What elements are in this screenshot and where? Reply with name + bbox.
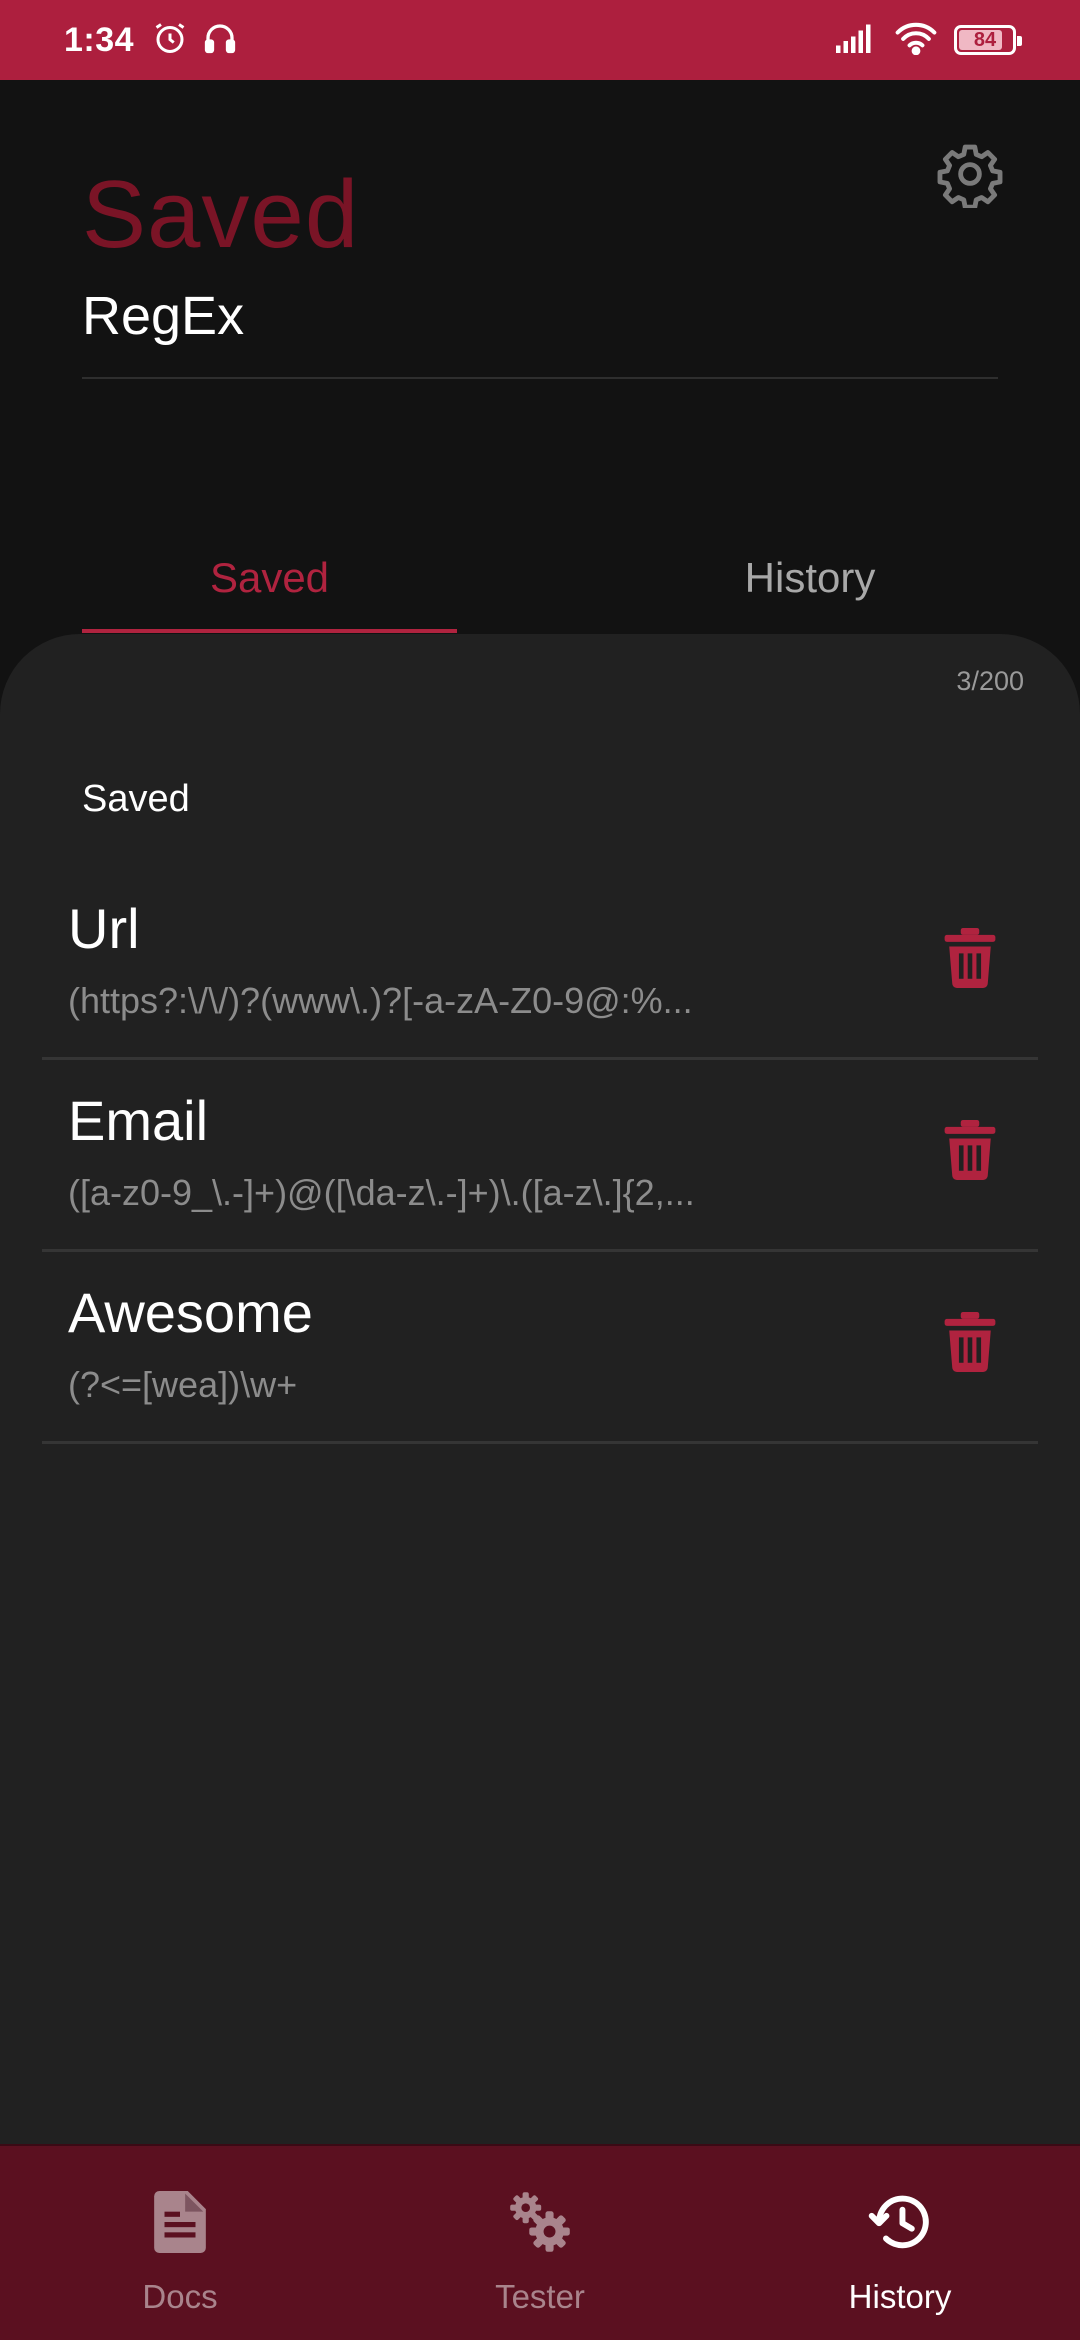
trash-icon bbox=[942, 1311, 998, 1377]
nav-label-tester: Tester bbox=[495, 2278, 585, 2315]
history-icon bbox=[864, 2186, 936, 2258]
tab-indicator bbox=[82, 629, 457, 633]
list-item[interactable]: Url (https?:\/\/)?(www\.)?[-a-zA-Z0-9@:%… bbox=[42, 868, 1038, 1060]
list-item[interactable]: Email ([a-z0-9_\.-]+)@([\da-z\.-]+)\.([a… bbox=[42, 1060, 1038, 1252]
status-right-icons: 84 bbox=[836, 21, 1022, 60]
battery-level: 84 bbox=[973, 28, 997, 51]
delete-button[interactable] bbox=[922, 1104, 1018, 1200]
saved-list: Url (https?:\/\/)?(www\.)?[-a-zA-Z0-9@:%… bbox=[42, 868, 1038, 1444]
nav-item-history[interactable]: History bbox=[720, 2146, 1080, 2340]
bottom-navigation: Docs Tester History bbox=[0, 2144, 1080, 2340]
gear-icon bbox=[936, 140, 1004, 213]
signal-icon bbox=[836, 22, 878, 59]
alarm-icon bbox=[152, 20, 188, 61]
saved-sheet: 3/200 Saved Url (https?:\/\/)?(www\.)?[-… bbox=[0, 634, 1080, 2144]
battery-icon: 84 bbox=[954, 25, 1022, 55]
saved-counter: 3/200 bbox=[956, 666, 1024, 696]
gears-icon bbox=[504, 2186, 576, 2258]
status-left-icons bbox=[152, 20, 238, 61]
wifi-icon bbox=[894, 21, 938, 60]
item-pattern: (https?:\/\/)?(www\.)?[-a-zA-Z0-9@:%... bbox=[68, 980, 693, 1021]
page-subtitle: RegEx bbox=[82, 286, 245, 346]
tab-history[interactable]: History bbox=[540, 520, 1080, 636]
settings-button[interactable] bbox=[930, 136, 1010, 216]
list-item[interactable]: Awesome (?<=[wea])\w+ bbox=[42, 1252, 1038, 1444]
page-title: Saved bbox=[82, 161, 360, 268]
headphones-icon bbox=[202, 20, 238, 61]
nav-label-history: History bbox=[848, 2278, 952, 2315]
status-time: 1:34 bbox=[64, 20, 135, 59]
item-name: Url bbox=[68, 897, 140, 960]
document-icon bbox=[144, 2186, 216, 2258]
item-pattern: (?<=[wea])\w+ bbox=[68, 1364, 298, 1405]
delete-button[interactable] bbox=[922, 1296, 1018, 1392]
item-name: Awesome bbox=[68, 1281, 313, 1344]
trash-icon bbox=[942, 1119, 998, 1185]
trash-icon bbox=[942, 927, 998, 993]
status-bar: 1:34 84 bbox=[0, 0, 1080, 80]
delete-button[interactable] bbox=[922, 912, 1018, 1008]
nav-item-tester[interactable]: Tester bbox=[360, 2146, 720, 2340]
tab-saved[interactable]: Saved bbox=[82, 520, 457, 636]
item-name: Email bbox=[68, 1089, 209, 1152]
item-pattern: ([a-z0-9_\.-]+)@([\da-z\.-]+)\.([a-z\.]{… bbox=[68, 1172, 695, 1213]
nav-item-docs[interactable]: Docs bbox=[0, 2146, 360, 2340]
tab-bar: Saved History bbox=[82, 520, 998, 636]
header-divider bbox=[82, 377, 998, 379]
section-title: Saved bbox=[82, 778, 190, 820]
nav-label-docs: Docs bbox=[142, 2278, 218, 2315]
